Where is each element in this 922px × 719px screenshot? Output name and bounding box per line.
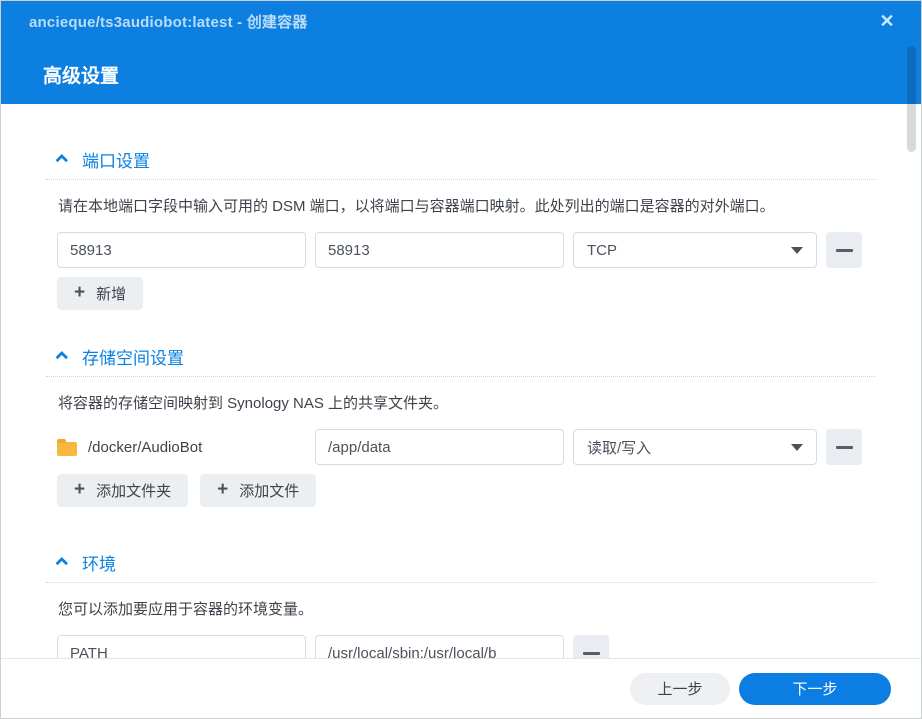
permission-select[interactable]: 读取/写入	[573, 429, 817, 465]
add-file-label: 添加文件	[239, 483, 300, 500]
dialog-content: 端口设置 请在本地端口字段中输入可用的 DSM 端口，以将端口与容器端口映射。此…	[1, 104, 921, 658]
mount-path-input[interactable]	[315, 429, 564, 465]
storage-section-header: 存储空间设置	[46, 344, 876, 377]
ports-section-toggle[interactable]: 端口设置	[55, 147, 876, 172]
remove-volume-button[interactable]	[826, 429, 862, 465]
protocol-select[interactable]: TCP	[573, 232, 817, 268]
minus-icon	[582, 651, 600, 655]
environment-section-toggle[interactable]: 环境	[55, 550, 876, 575]
add-file-button[interactable]: + 添加文件	[200, 474, 317, 507]
add-port-button[interactable]: + 新增	[57, 277, 144, 310]
dropdown-caret-icon	[791, 443, 803, 451]
protocol-select-value: TCP	[587, 241, 617, 259]
collapse-chevron-icon[interactable]	[55, 556, 69, 570]
local-port-input[interactable]	[57, 232, 306, 268]
shared-folder-cell: /docker/AudioBot	[57, 438, 306, 456]
dropdown-caret-icon	[791, 246, 803, 254]
dialog-footer: 上一步 下一步	[1, 658, 921, 718]
volume-mapping-row: /docker/AudioBot 读取/写入	[57, 429, 876, 465]
add-folder-label: 添加文件夹	[96, 483, 172, 500]
container-port-input[interactable]	[315, 232, 564, 268]
next-step-button[interactable]: 下一步	[739, 672, 891, 705]
add-folder-button[interactable]: + 添加文件夹	[57, 474, 189, 507]
plus-icon: +	[74, 282, 86, 303]
close-icon[interactable]: ✕	[873, 7, 901, 35]
storage-actions: + 添加文件夹 + 添加文件	[57, 474, 876, 507]
create-container-dialog: ancieque/ts3audiobot:latest - 创建容器 ✕ 高级设…	[0, 0, 922, 719]
ports-actions: + 新增	[57, 277, 876, 310]
collapse-chevron-icon[interactable]	[55, 350, 69, 364]
dialog-header: ancieque/ts3audiobot:latest - 创建容器 ✕ 高级设…	[1, 1, 921, 104]
folder-icon	[57, 438, 77, 456]
remove-port-button[interactable]	[826, 232, 862, 268]
plus-icon: +	[74, 479, 86, 500]
env-value-input[interactable]	[315, 635, 564, 658]
environment-description: 您可以添加要应用于容器的环境变量。	[58, 601, 314, 618]
minus-icon	[835, 248, 853, 252]
remove-env-button[interactable]	[573, 635, 609, 658]
page-title: 高级设置	[43, 66, 120, 87]
permission-select-value: 读取/写入	[587, 439, 652, 457]
collapse-chevron-icon[interactable]	[55, 153, 69, 167]
storage-description: 将容器的存储空间映射到 Synology NAS 上的共享文件夹。	[58, 395, 449, 412]
vertical-scrollbar-thumb[interactable]	[907, 46, 916, 152]
ports-description: 请在本地端口字段中输入可用的 DSM 端口，以将端口与容器端口映射。此处列出的端…	[58, 198, 775, 215]
environment-section-title[interactable]: 环境	[82, 550, 116, 575]
environment-section-header: 环境	[46, 550, 876, 583]
storage-section-title[interactable]: 存储空间设置	[82, 344, 184, 369]
env-variable-input[interactable]	[57, 635, 306, 658]
previous-step-button[interactable]: 上一步	[630, 672, 730, 705]
storage-section-toggle[interactable]: 存储空间设置	[55, 344, 876, 369]
shared-folder-path: /docker/AudioBot	[88, 438, 203, 456]
plus-icon: +	[217, 479, 229, 500]
dialog-title: ancieque/ts3audiobot:latest - 创建容器	[29, 14, 308, 31]
ports-section-title[interactable]: 端口设置	[82, 147, 150, 172]
add-port-label: 新增	[96, 286, 127, 303]
minus-icon	[835, 445, 853, 449]
port-mapping-row: TCP	[57, 232, 876, 268]
env-variable-row	[57, 635, 876, 658]
ports-section-header: 端口设置	[46, 147, 876, 180]
